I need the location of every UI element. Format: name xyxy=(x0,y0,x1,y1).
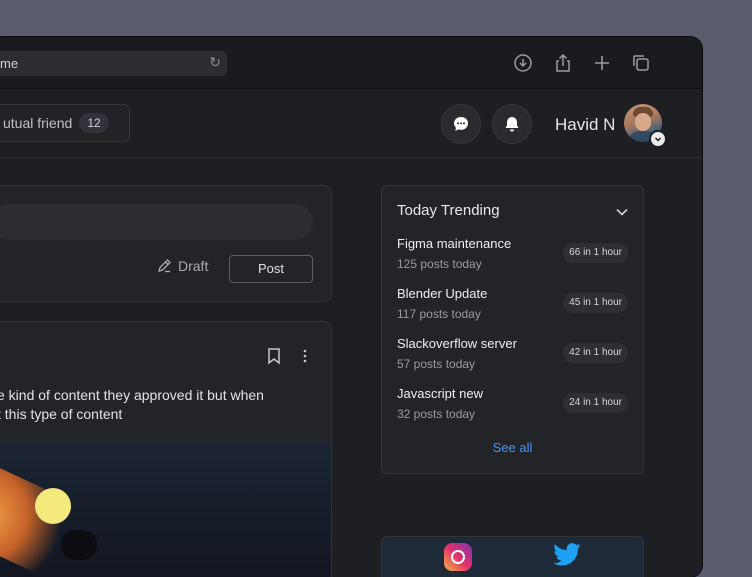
trending-title: Today Trending xyxy=(397,202,500,219)
trending-item-name: Figma maintenance xyxy=(397,236,512,251)
instagram-icon[interactable] xyxy=(444,543,472,571)
tabs-icon[interactable] xyxy=(630,52,652,74)
composer-input[interactable] xyxy=(0,204,313,240)
sun-shape xyxy=(35,488,71,524)
notifications-button[interactable] xyxy=(492,104,532,144)
app-header: utual friend 12 Havid N xyxy=(0,89,702,158)
trending-item-rate: 66 in 1 hour xyxy=(563,243,628,263)
social-card xyxy=(381,536,644,577)
mutual-friend-count: 12 xyxy=(79,113,109,133)
post-composer: Draft Post xyxy=(0,185,332,302)
plus-icon[interactable] xyxy=(591,52,613,74)
trending-item-rate: 24 in 1 hour xyxy=(563,393,628,413)
post-text-line: t this type of content xyxy=(0,406,123,422)
mutual-friend-label: utual friend xyxy=(3,115,73,131)
draft-label: Draft xyxy=(178,258,209,274)
post-button[interactable]: Post xyxy=(229,255,313,283)
profile-menu-button[interactable] xyxy=(649,130,667,148)
url-text: me xyxy=(0,56,19,71)
post-text-line: e kind of content they approved it but w… xyxy=(0,387,264,403)
chat-icon xyxy=(454,117,468,131)
browser-window: me ↻ utual friend 12 Havid N Draft Post … xyxy=(0,37,702,577)
draft-button[interactable]: Draft xyxy=(157,258,208,274)
bell-icon xyxy=(505,117,519,132)
chevron-down-icon xyxy=(654,137,662,142)
trending-item-name: Javascript new xyxy=(397,386,483,401)
browser-toolbar: me ↻ xyxy=(0,37,702,89)
share-icon[interactable] xyxy=(552,52,574,74)
trending-item[interactable]: Slackoverflow server 57 posts today 42 i… xyxy=(397,336,628,376)
twitter-icon[interactable] xyxy=(552,543,582,569)
see-all-link[interactable]: See all xyxy=(382,440,643,455)
reload-icon[interactable]: ↻ xyxy=(209,54,221,71)
mutual-friend-chip[interactable]: utual friend 12 xyxy=(0,104,130,142)
download-icon[interactable] xyxy=(512,52,534,74)
trending-item-count: 57 posts today xyxy=(397,357,476,371)
user-name[interactable]: Havid N xyxy=(555,115,615,135)
chevron-down-icon[interactable] xyxy=(615,205,629,219)
trending-item-rate: 42 in 1 hour xyxy=(563,343,628,363)
feed-post: e kind of content they approved it but w… xyxy=(0,321,332,577)
trending-item-name: Slackoverflow server xyxy=(397,336,517,351)
trending-item-count: 125 posts today xyxy=(397,257,482,271)
post-text: e kind of content they approved it but w… xyxy=(0,386,327,424)
bookmark-icon[interactable] xyxy=(266,347,282,365)
post-image[interactable] xyxy=(0,442,331,577)
trending-item[interactable]: Figma maintenance 125 posts today 66 in … xyxy=(397,236,628,276)
trending-item-count: 117 posts today xyxy=(397,307,481,321)
trending-item-name: Blender Update xyxy=(397,286,488,301)
trending-item[interactable]: Blender Update 117 posts today 45 in 1 h… xyxy=(397,286,628,326)
trending-item[interactable]: Javascript new 32 posts today 24 in 1 ho… xyxy=(397,386,628,426)
trending-item-rate: 45 in 1 hour xyxy=(563,293,628,313)
trending-panel: Today Trending Figma maintenance 125 pos… xyxy=(381,185,644,474)
url-bar[interactable]: me ↻ xyxy=(0,51,227,76)
trending-item-count: 32 posts today xyxy=(397,407,476,421)
more-icon[interactable] xyxy=(301,347,309,365)
chat-button[interactable] xyxy=(441,104,481,144)
edit-icon xyxy=(158,259,171,273)
